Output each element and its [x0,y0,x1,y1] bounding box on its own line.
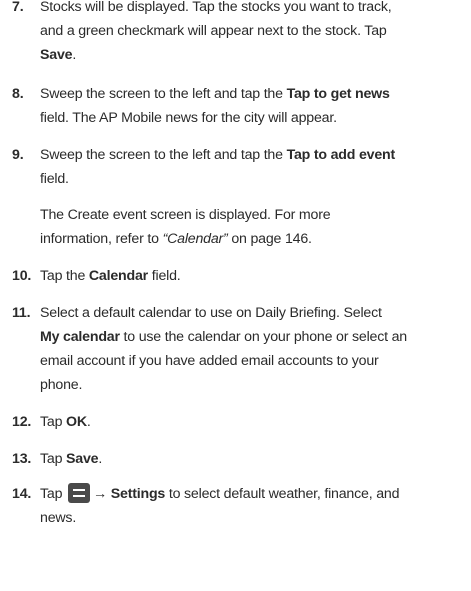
text-line: Tap OK. [40,414,91,430]
step-text: Select a default calendar to use on Dail… [40,301,468,397]
step-text: Tap → Settings to select default weather… [40,482,468,530]
step-9-note: The Create event screen is displayed. Fo… [40,203,468,251]
step-text: Sweep the screen to the left and tap the… [40,82,468,130]
text-line: news. [40,510,77,526]
step-number: 14. [12,486,32,502]
text-line: field. [40,171,69,187]
cross-reference: “Calendar” [162,231,228,247]
text-line: Tap the Calendar field. [40,268,181,284]
ui-label: → Settings [93,486,166,502]
step-text: Tap OK. [40,410,468,434]
document-page: 7. Stocks will be displayed. Tap the sto… [0,0,471,591]
text-line: My calendar to use the calendar on your … [40,329,407,345]
step-text: Tap Save. [40,447,468,471]
step-number: 13. [12,451,32,467]
ui-label: Tap to add event [286,147,396,163]
step-number: 9. [12,147,24,163]
ui-label: Calendar [88,268,149,284]
step-number: 12. [12,414,32,430]
text-line: The Create event screen is displayed. Fo… [40,207,331,223]
ui-label: Tap to get news [286,86,390,102]
text-line: Stocks will be displayed. Tap the stocks… [40,0,392,15]
text-line: Tap Save. [40,451,103,467]
text-line: Save. [40,47,77,63]
ui-label: Save [40,47,73,63]
step-text: Sweep the screen to the left and tap the… [40,143,468,191]
step-number: 10. [12,268,32,284]
step-number: 7. [12,0,24,15]
step-text: Tap the Calendar field. [40,264,468,288]
text-line: Sweep the screen to the left and tap the… [40,86,390,102]
ui-label: Save [66,451,99,467]
menu-icon [68,483,91,503]
step-text: Stocks will be displayed. Tap the stocks… [40,0,468,67]
step-number: 11. [12,305,31,321]
text-line: email account if you have added email ac… [40,353,379,369]
ui-label: OK [66,414,87,430]
text-line: and a green checkmark will appear next t… [40,23,387,39]
step-number: 8. [12,86,24,102]
ui-label: My calendar [40,329,120,345]
text-line: information, refer to “Calendar” on page… [40,231,312,247]
text-line: Tap → Settings to select default weather… [40,482,468,506]
text-line: field. The AP Mobile news for the city w… [40,110,337,126]
text-line: Sweep the screen to the left and tap the… [40,147,396,163]
text-line: Select a default calendar to use on Dail… [40,305,382,321]
text-line: phone. [40,377,83,393]
